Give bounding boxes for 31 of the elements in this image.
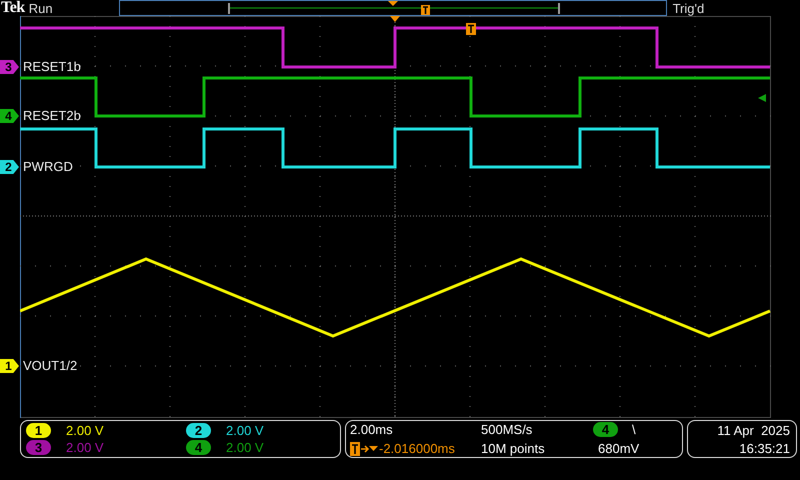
channel-marker[interactable]: 1	[0, 359, 19, 373]
channel-marker[interactable]: 2	[0, 160, 19, 174]
volts-per-div: 2.00 V	[66, 440, 104, 455]
trigger-status: Trig'd	[672, 0, 704, 16]
delay-icon	[350, 442, 378, 456]
volts-per-div: 2.00 V	[226, 423, 264, 438]
channel-marker[interactable]: 4	[0, 109, 19, 123]
trigger-marker-icon[interactable]	[466, 23, 476, 35]
volts-per-div: 2.00 V	[226, 440, 264, 455]
sample-rate: 500MS/s	[481, 422, 534, 437]
channel-badge[interactable]: 1	[26, 423, 51, 438]
trigger-source-badge[interactable]: 4	[593, 422, 618, 437]
acquisition-status: Run	[28, 0, 53, 16]
time-text: 16:35:21	[739, 441, 790, 456]
horizontal-delay: -2.016000ms	[379, 441, 455, 456]
channel-badge[interactable]: 2	[186, 423, 211, 438]
date-text: 11 Apr 2025	[717, 423, 790, 438]
channel-label: RESET1b	[23, 58, 81, 76]
time-per-div: 2.00ms	[350, 422, 394, 437]
trigger-level: 680mV	[598, 441, 640, 456]
trigger-level-icon[interactable]	[758, 94, 766, 102]
trigger-position-icon[interactable]	[390, 16, 400, 22]
channel-marker[interactable]: 3	[0, 60, 19, 74]
trigger-slope: \	[632, 422, 636, 437]
channel-label: VOUT1/2	[23, 357, 78, 375]
channel-badge[interactable]: 4	[186, 440, 211, 455]
volts-per-div: 2.00 V	[66, 423, 104, 438]
record-length: 10M points	[481, 441, 546, 456]
brand-logo: Tek	[1, 0, 25, 17]
channel-label: RESET2b	[23, 107, 81, 125]
channel-label: PWRGD	[23, 158, 73, 176]
